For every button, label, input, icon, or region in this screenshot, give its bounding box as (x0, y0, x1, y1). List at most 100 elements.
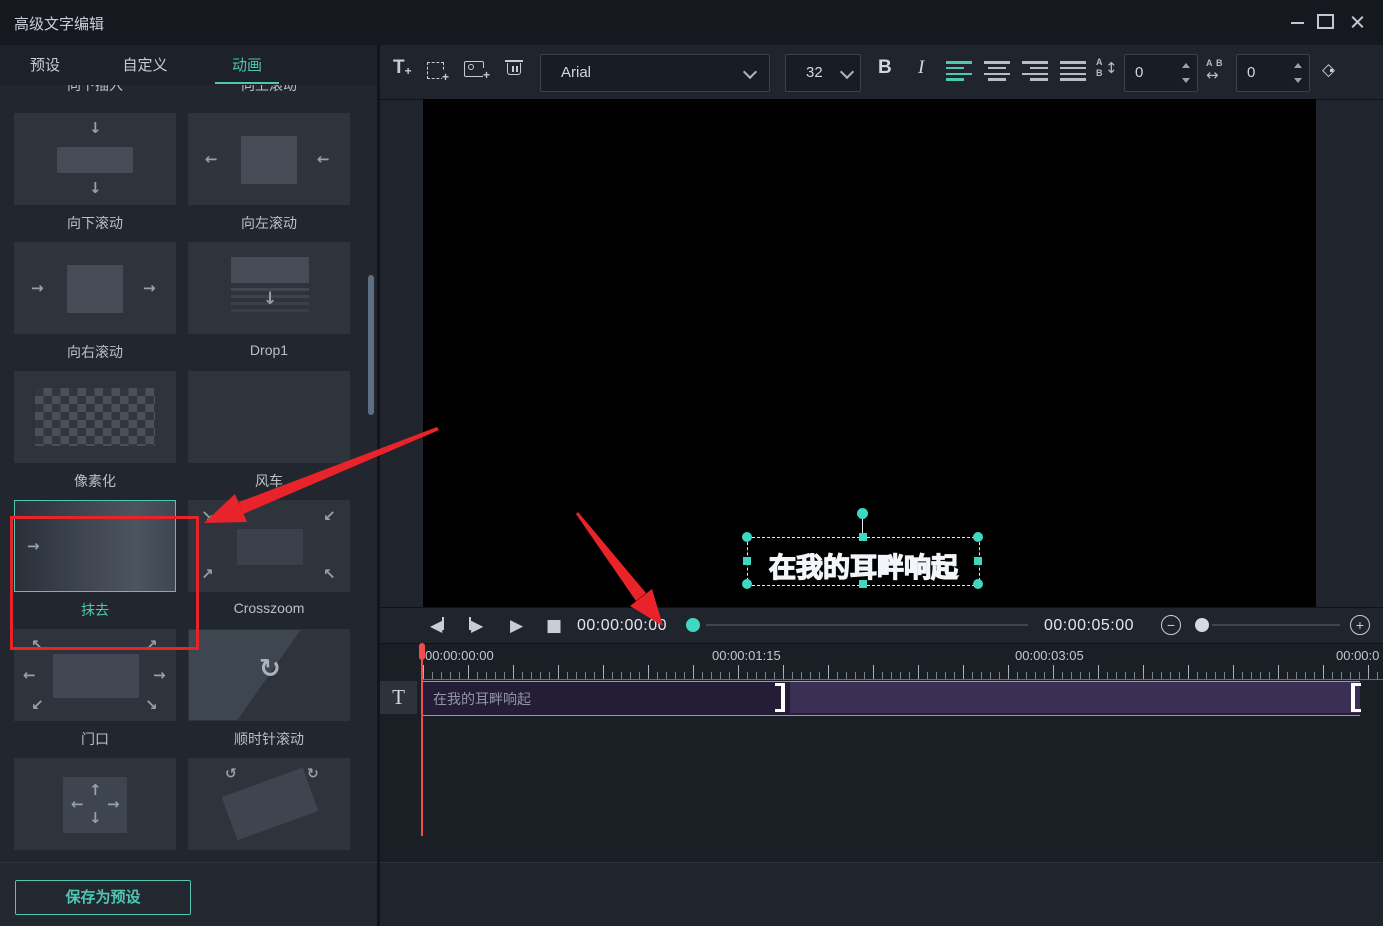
ruler-label: 00:00:01:15 (712, 648, 781, 663)
trash-icon[interactable] (507, 60, 521, 75)
animation-label: 向左滚动 (188, 213, 350, 235)
animation-label: 向下滚动 (14, 213, 176, 235)
align-right-icon[interactable] (1022, 60, 1048, 82)
ruler-label: 00:00:03:05 (1015, 648, 1084, 663)
tab-animation[interactable]: 动画 (207, 54, 287, 75)
add-textbox-icon[interactable]: + (427, 62, 444, 79)
save-as-preset-button[interactable]: 保存为预设 (15, 880, 191, 915)
italic-button[interactable]: I (918, 57, 924, 79)
animation-label[interactable]: 向上滚动 (188, 85, 350, 95)
animation-item-expand[interactable]: ↑ ↓ ← → (14, 758, 176, 862)
animation-item-pixelate[interactable]: 像素化 (14, 371, 176, 493)
tab-presets[interactable]: 预设 (5, 54, 85, 75)
animation-label: 风车 (188, 471, 350, 493)
tab-custom[interactable]: 自定义 (105, 54, 185, 75)
animation-label: Crosszoom (188, 600, 350, 622)
animation-item-rotate[interactable]: ↺ ↻ (188, 758, 350, 862)
chevron-down-icon (840, 65, 854, 79)
playhead-line[interactable] (421, 646, 423, 836)
text-selection-box[interactable]: 在我的耳畔响起 (747, 537, 980, 586)
align-left-icon[interactable] (946, 60, 972, 82)
video-preview[interactable]: 在我的耳畔响起 (423, 99, 1316, 607)
font-size-select[interactable]: 32 (785, 54, 861, 92)
align-center-icon[interactable] (984, 60, 1010, 82)
animation-thumbnail: → → (14, 242, 176, 334)
font-family-select[interactable]: Arial (540, 54, 770, 92)
animation-label: 像素化 (14, 471, 176, 493)
current-time: 00:00:00:00 (577, 617, 667, 635)
stepper-up-icon (1182, 63, 1190, 68)
letter-spacing-stepper[interactable]: 0 (1236, 54, 1310, 92)
selection-handle[interactable] (742, 532, 752, 542)
zoom-in-icon[interactable] (1350, 615, 1370, 635)
animation-thumbnail: → (14, 500, 176, 592)
title-bar: 高级文字编辑 (0, 0, 1383, 46)
selection-handle[interactable] (742, 579, 752, 589)
selection-handle[interactable] (859, 580, 867, 588)
seek-handle[interactable] (686, 618, 700, 632)
animation-item-pinwheel[interactable]: 风车 (188, 371, 350, 493)
animation-in-marker[interactable] (781, 683, 785, 712)
play-icon[interactable]: ▶ (510, 616, 523, 636)
ruler-baseline (423, 679, 1383, 680)
animation-item-scroll-right[interactable]: → → 向右滚动 (14, 242, 176, 364)
animation-label: 抹去 (14, 600, 176, 622)
add-text-icon[interactable]: T+ (393, 57, 412, 79)
animation-label[interactable]: 向下插入 (14, 85, 176, 95)
letter-spacing-icon: AB↔ (1206, 57, 1232, 83)
minimize-icon[interactable] (1285, 10, 1311, 34)
selection-handle[interactable] (743, 557, 751, 565)
zoom-out-icon[interactable] (1161, 615, 1181, 635)
animation-label: 顺时针滚动 (188, 729, 350, 751)
seek-track[interactable] (706, 624, 1028, 626)
maximize-icon[interactable] (1312, 10, 1338, 34)
animation-thumbnail: ↓ ↓ (14, 113, 176, 205)
animation-item-wipe[interactable]: → 抹去 (14, 500, 176, 622)
prev-frame-icon[interactable]: ◀ (430, 616, 444, 635)
animation-item-doorway[interactable]: ↖ ↗ ↙ ↘ ← → 门口 (14, 629, 176, 751)
active-tab-underline (215, 82, 279, 84)
text-clip-animated-region[interactable] (790, 682, 1360, 713)
ruler-minor-ticks[interactable] (423, 672, 1383, 679)
align-justify-icon[interactable] (1060, 60, 1086, 82)
bold-button[interactable]: B (878, 57, 892, 79)
selection-handle[interactable] (859, 533, 867, 541)
animation-thumbnail: ↻ (188, 629, 350, 721)
text-track-header: T (380, 681, 417, 714)
tab-bar: 预设 自定义 动画 (0, 45, 377, 86)
rotation-handle[interactable] (857, 508, 868, 519)
panel-scrollbar[interactable] (368, 275, 374, 415)
text-toolbar: T+ + + Arial 32 B I AB↕ 0 (380, 45, 1383, 100)
keyframe-diamond-icon[interactable]: ◇ (1322, 60, 1342, 80)
timeline: 00:00:00:00 00:00:01:15 00:00:03:05 00:0… (380, 644, 1383, 862)
animation-item-scroll-down[interactable]: ↓ ↓ 向下滚动 (14, 113, 176, 235)
line-spacing-value: 0 (1135, 64, 1143, 81)
next-frame-icon[interactable]: ▶ (469, 616, 483, 635)
selection-handle[interactable] (973, 579, 983, 589)
close-icon[interactable] (1345, 10, 1371, 34)
stepper-up-icon (1294, 63, 1302, 68)
advanced-text-edit-window: 高级文字编辑 预设 自定义 动画 向下插入 向上滚动 ↓ ↓ (0, 0, 1383, 925)
line-spacing-stepper[interactable]: 0 (1124, 54, 1198, 92)
animation-item-scroll-left[interactable]: ← ← 向左滚动 (188, 113, 350, 235)
line-spacing-icon: AB↕ (1096, 57, 1122, 83)
ruler-label: 00:00:00:00 (425, 648, 494, 663)
add-image-icon[interactable]: + (464, 61, 484, 77)
selection-handle[interactable] (974, 557, 982, 565)
animation-thumbnail: ↑ ↓ ← → (14, 758, 176, 850)
timeline-zoom-track[interactable] (1212, 624, 1340, 626)
text-clip[interactable]: 在我的耳畔响起 (423, 681, 1360, 716)
letter-spacing-value: 0 (1247, 64, 1255, 81)
font-size-value: 32 (806, 64, 823, 81)
ruler-label: 00:00:0 (1336, 648, 1379, 663)
animation-out-marker[interactable] (1351, 683, 1355, 712)
animation-item-crosszoom[interactable]: ↘ ↙ ↗ ↖ Crosszoom (188, 500, 350, 622)
animation-label: 向右滚动 (14, 342, 176, 364)
timeline-zoom-handle[interactable] (1195, 618, 1209, 632)
animation-label: 门口 (14, 729, 176, 751)
animation-item-clockwise[interactable]: ↻ 顺时针滚动 (188, 629, 350, 751)
stop-icon[interactable]: ■ (546, 616, 562, 636)
animation-item-drop1[interactable]: ↓ Drop1 (188, 242, 350, 364)
selection-handle[interactable] (973, 532, 983, 542)
animation-panel: 预设 自定义 动画 向下插入 向上滚动 ↓ ↓ 向下滚动 (0, 45, 377, 925)
